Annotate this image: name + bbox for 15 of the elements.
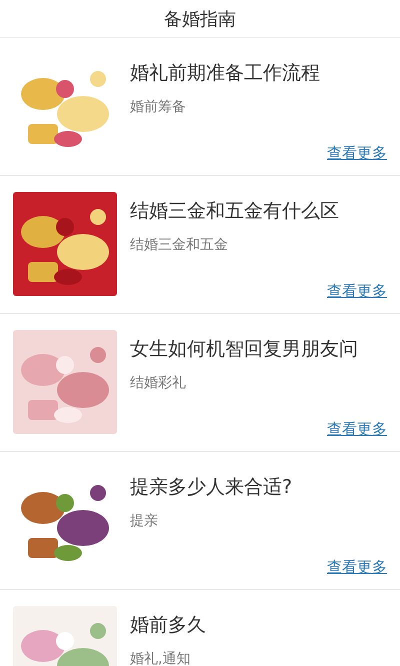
article-tag: 结婚彩礼 [130, 374, 387, 392]
view-more-link[interactable]: 查看更多 [327, 144, 387, 163]
article-tag: 结婚三金和五金 [130, 236, 387, 254]
view-more-link[interactable]: 查看更多 [327, 558, 387, 577]
view-more-link[interactable]: 查看更多 [327, 282, 387, 301]
article-title[interactable]: 结婚三金和五金有什么区 [130, 198, 387, 224]
view-more-link[interactable]: 查看更多 [327, 420, 387, 439]
article-tag: 婚前筹备 [130, 98, 387, 116]
article-title[interactable]: 婚前多久 [130, 612, 387, 638]
article-tag: 提亲 [130, 512, 387, 530]
page-title: 备婚指南 [164, 8, 236, 30]
article-title[interactable]: 女生如何机智回复男朋友问 [130, 336, 387, 362]
article-title[interactable]: 提亲多少人来合适? [130, 474, 387, 500]
article-title[interactable]: 婚礼前期准备工作流程 [130, 60, 387, 86]
article-tag: 婚礼,通知 [130, 650, 387, 666]
